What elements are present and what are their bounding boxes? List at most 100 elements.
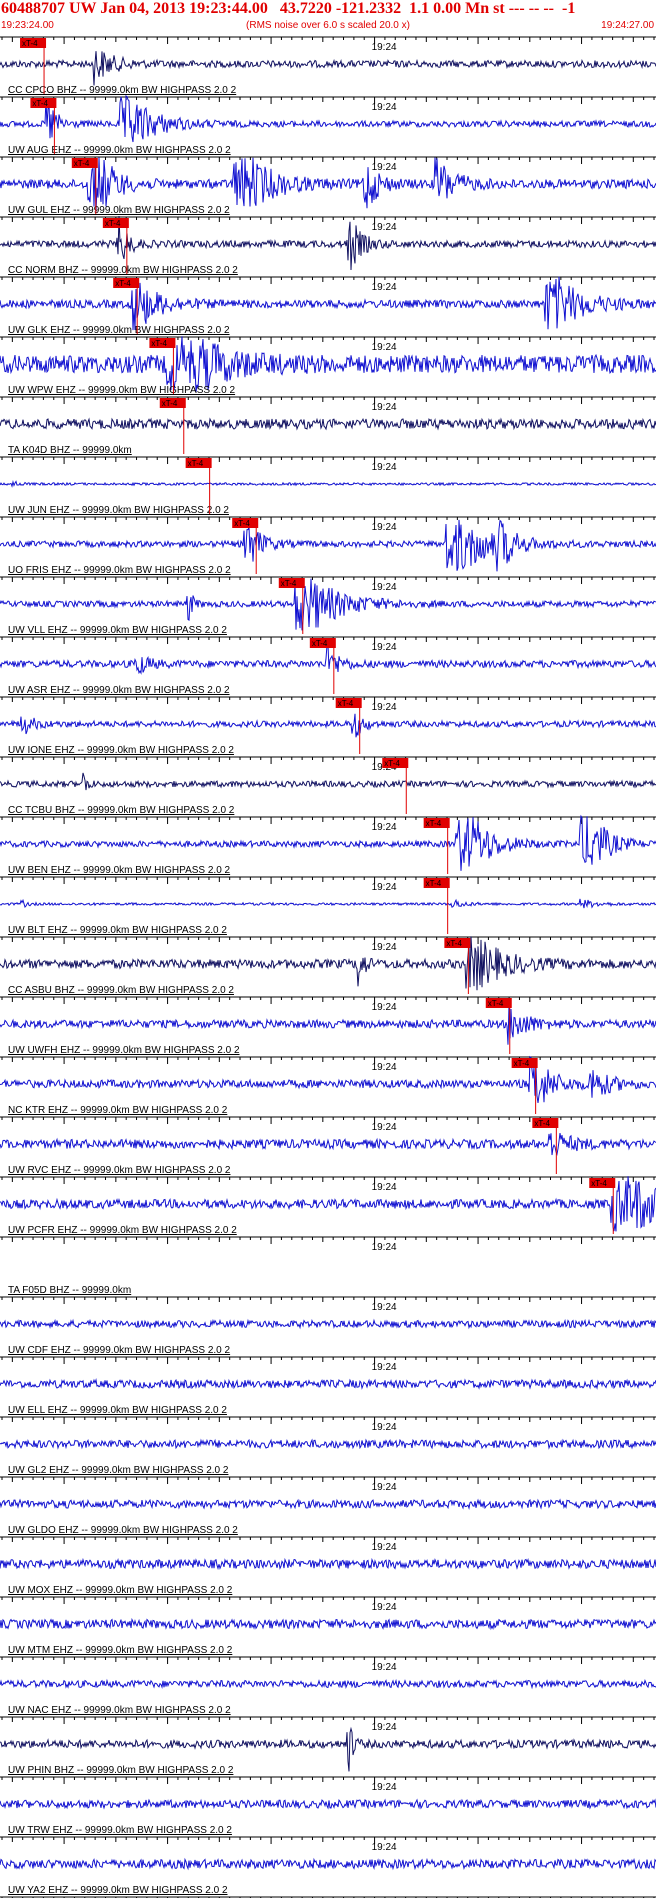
pick-label: xT-4: [22, 39, 38, 48]
station-label: UW IONE EHZ -- 99999.0km BW HIGHPASS 2.0…: [8, 745, 234, 756]
waveform-trace: [0, 898, 656, 909]
waveform-trace: [0, 95, 656, 143]
tick-label: 19:24: [372, 1842, 397, 1853]
tick-label: 19:24: [372, 702, 397, 713]
waveform-trace: [0, 644, 656, 675]
station-label: UW PCFR EHZ -- 99999.0km BW HIGHPASS 2.0…: [8, 1225, 237, 1236]
tick-label: 19:24: [372, 1662, 397, 1673]
station-label: UW GL2 EHZ -- 99999.0km BW HIGHPASS 2.0 …: [8, 1465, 229, 1476]
tick-label: 19:24: [372, 1362, 397, 1373]
station-label: UW VLL EHZ -- 99999.0km BW HIGHPASS 2.0 …: [8, 625, 227, 636]
waveform-trace: [0, 1617, 656, 1631]
station-label: UO FRIS EHZ -- 99999.0km BW HIGHPASS 2.0…: [8, 565, 231, 576]
seismogram-stack: 19:24 CC CPCO BHZ -- 99999.0km BW HIGHPAS…: [0, 36, 656, 1898]
pick-label: xT-4: [74, 159, 90, 168]
station-label: UW NAC EHZ -- 99999.0km BW HIGHPASS 2.0 …: [8, 1705, 231, 1716]
waveform-trace: [0, 1857, 656, 1871]
tick-label: 19:24: [372, 162, 397, 173]
tick-label: 19:24: [372, 1242, 397, 1253]
station-label: UW MTM EHZ -- 99999.0km BW HIGHPASS 2.0 …: [8, 1645, 233, 1656]
pick-label: xT-4: [514, 1059, 530, 1068]
waveform-trace: [0, 51, 656, 86]
tick-label: 19:24: [372, 222, 397, 233]
station-label: UW GLDO EHZ -- 99999.0km BW HIGHPASS 2.0…: [8, 1525, 238, 1536]
waveform-trace: [0, 215, 656, 271]
pick-label: xT-4: [426, 819, 442, 828]
tick-label: 19:24: [372, 822, 397, 833]
plot-header: 60488707 UW Jan 04, 2013 19:23:44.00 43.…: [0, 0, 656, 34]
waveform-trace: [0, 814, 656, 871]
pick-label: xT-4: [281, 579, 297, 588]
waveform-trace: [0, 1438, 656, 1450]
station-label: UW GLK EHZ -- 99999.0km BW HIGHPASS 2.0 …: [8, 325, 230, 336]
waveform-trace: [0, 772, 656, 791]
waveform-trace: [0, 519, 656, 572]
waveform-trace: [0, 578, 656, 631]
pick-label: xT-4: [32, 99, 48, 108]
tick-label: 19:24: [372, 462, 397, 473]
waveform-trace: [0, 276, 656, 331]
waveform-trace: [0, 336, 656, 392]
station-label: CC CPCO BHZ -- 99999.0km BW HIGHPASS 2.0…: [8, 85, 237, 96]
tick-label: 19:24: [372, 1302, 397, 1313]
pick-label: xT-4: [115, 279, 131, 288]
waveform-trace: [0, 1798, 656, 1810]
tick-label: 19:24: [372, 1782, 397, 1793]
waveform-trace: [0, 1318, 656, 1330]
station-label: UW UWFH EHZ -- 99999.0km BW HIGHPASS 2.0…: [8, 1045, 240, 1056]
end-time-label: 19:24:27.00: [601, 20, 654, 31]
pick-label: xT-4: [188, 459, 204, 468]
station-label: CC NORM BHZ -- 99999.0km BW HIGHPASS 2.0…: [8, 265, 238, 276]
station-label: UW TRW EHZ -- 99999.0km BW HIGHPASS 2.0 …: [8, 1825, 232, 1836]
tick-label: 19:24: [372, 1422, 397, 1433]
station-label: UW ASR EHZ -- 99999.0km BW HIGHPASS 2.0 …: [8, 685, 230, 696]
tick-label: 19:24: [372, 1482, 397, 1493]
tick-label: 19:24: [372, 282, 397, 293]
station-label: UW AUG EHZ -- 99999.0km BW HIGHPASS 2.0 …: [8, 145, 231, 156]
waveform-trace: [0, 713, 656, 738]
tick-label: 19:24: [372, 1602, 397, 1613]
tick-label: 19:24: [372, 1002, 397, 1013]
waveform-trace: [0, 1498, 656, 1510]
tick-label: 19:24: [372, 102, 397, 113]
pick-label: xT-4: [234, 519, 250, 528]
station-label: UW PHIN BHZ -- 99999.0km BW HIGHPASS 2.0…: [8, 1765, 234, 1776]
station-label: UW BEN EHZ -- 99999.0km BW HIGHPASS 2.0 …: [8, 865, 231, 876]
pick-label: xT-4: [591, 1179, 607, 1188]
pick-label: xT-4: [162, 399, 178, 408]
waveform-trace: [0, 936, 656, 991]
station-label: CC TCBU BHZ -- 99999.0km BW HIGHPASS 2.0…: [8, 805, 235, 816]
waveform-trace: [0, 1004, 656, 1045]
pick-label: xT-4: [446, 939, 462, 948]
waveform-trace: [0, 1055, 656, 1103]
station-label: TA K04D BHZ -- 99999.0km: [8, 445, 132, 456]
station-label: UW MOX EHZ -- 99999.0km BW HIGHPASS 2.0 …: [8, 1585, 233, 1596]
station-label: UW CDF EHZ -- 99999.0km BW HIGHPASS 2.0 …: [8, 1345, 231, 1356]
event-title: 60488707 UW Jan 04, 2013 19:23:44.00 43.…: [1, 0, 576, 17]
tick-label: 19:24: [372, 1542, 397, 1553]
station-label: UW RVC EHZ -- 99999.0km BW HIGHPASS 2.0 …: [8, 1165, 231, 1176]
pick-label: xT-4: [384, 759, 400, 768]
tick-label: 19:24: [372, 882, 397, 893]
pick-label: xT-4: [312, 639, 328, 648]
tick-label: 19:24: [372, 1122, 397, 1133]
tick-label: 19:24: [372, 1062, 397, 1073]
tick-label: 19:24: [372, 1722, 397, 1733]
pick-label: xT-4: [488, 999, 504, 1008]
pick-label: xT-4: [426, 879, 442, 888]
pick-label: xT-4: [151, 339, 167, 348]
station-label: UW GUL EHZ -- 99999.0km BW HIGHPASS 2.0 …: [8, 205, 230, 216]
tick-label: 19:24: [372, 42, 397, 53]
waveform-trace: [0, 157, 656, 212]
pick-label: xT-4: [338, 699, 354, 708]
station-label: TA F05D BHZ -- 99999.0km: [8, 1285, 131, 1296]
waveform-trace: [0, 480, 656, 488]
tick-label: 19:24: [372, 402, 397, 413]
station-label: NC KTR EHZ -- 99999.0km BW HIGHPASS 2.0 …: [8, 1105, 228, 1116]
noise-note: (RMS noise over 6.0 s scaled 20.0 x): [246, 20, 410, 31]
station-label: UW ELL EHZ -- 99999.0km BW HIGHPASS 2.0 …: [8, 1405, 227, 1416]
waveform-trace: [0, 1678, 656, 1690]
waveform-trace: [0, 1557, 656, 1571]
tick-label: 19:24: [372, 342, 397, 353]
station-label: UW BLT EHZ -- 99999.0km BW HIGHPASS 2.0 …: [8, 925, 227, 936]
